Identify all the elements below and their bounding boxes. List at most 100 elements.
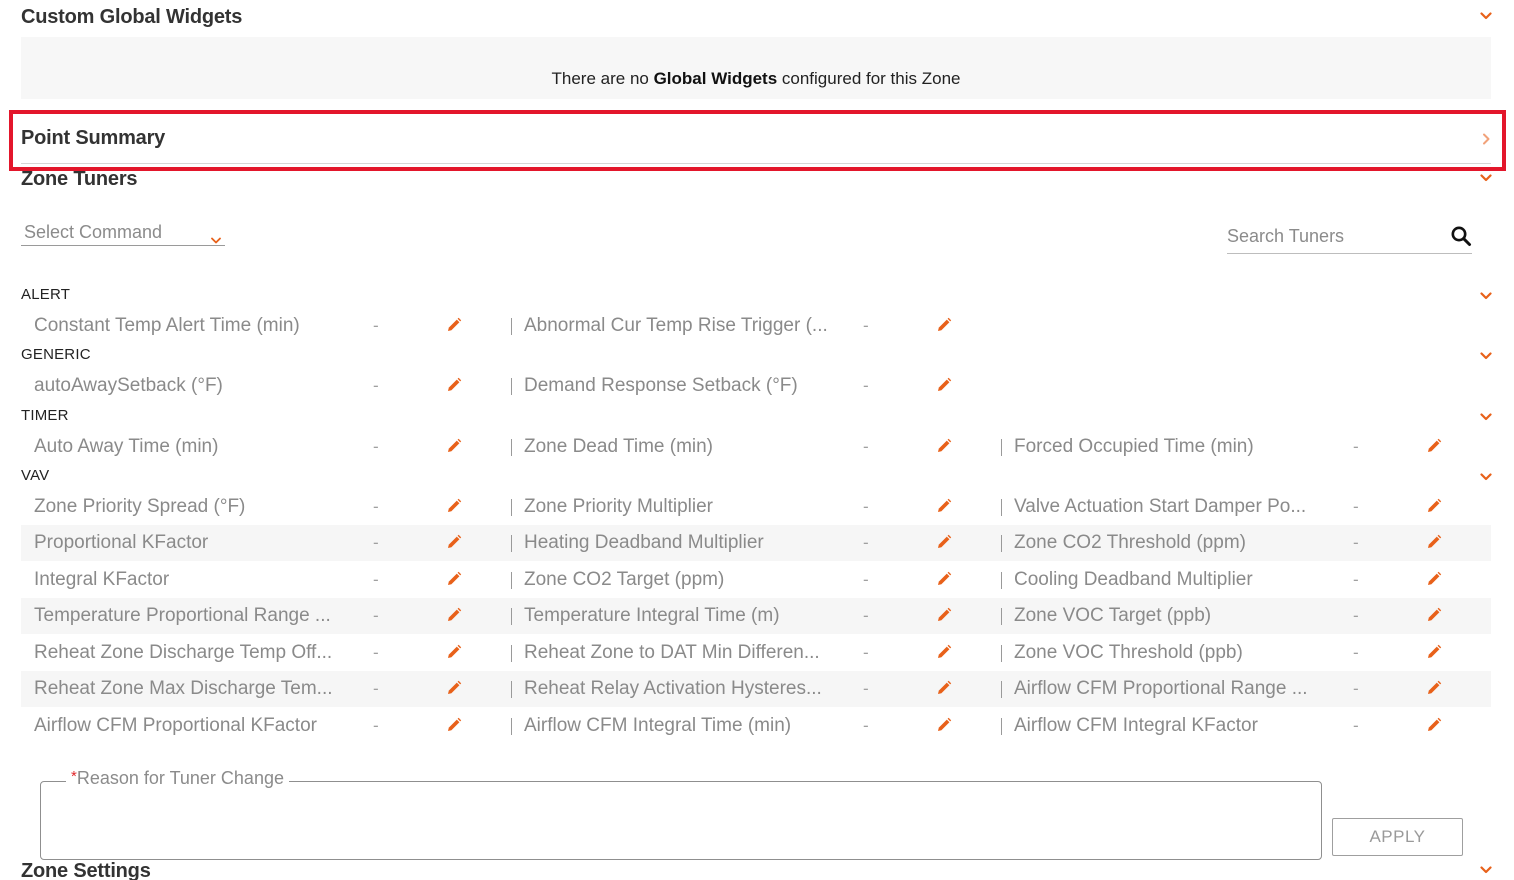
section-title: Zone Tuners xyxy=(21,168,138,190)
tuner-row: Constant Temp Alert Time (min) - Abnormal … xyxy=(21,308,1491,344)
tuner-value: - xyxy=(863,437,869,456)
tuner-value: - xyxy=(373,376,379,395)
chevron-down-icon[interactable] xyxy=(1480,470,1492,482)
tuner-name: Reheat Relay Activation Hysteres... xyxy=(524,678,822,699)
tuner-row: Temperature Proportional Range ... - Tempe… xyxy=(21,598,1491,634)
pencil-icon[interactable] xyxy=(446,377,462,393)
chevron-right-icon[interactable] xyxy=(1480,133,1492,145)
tuner-cell: Reheat Zone to DAT Min Differen... - xyxy=(511,635,1001,671)
column-separator xyxy=(511,681,512,698)
tuner-row: Reheat Zone Discharge Temp Off... - Reheat… xyxy=(21,635,1491,671)
pencil-icon[interactable] xyxy=(936,498,952,514)
tuner-cell: Integral KFactor - xyxy=(21,562,511,598)
pencil-icon[interactable] xyxy=(446,498,462,514)
chevron-down-icon[interactable] xyxy=(1480,410,1492,422)
column-separator xyxy=(1001,572,1002,589)
group-label-timer: TIMER xyxy=(21,407,69,424)
chevron-down-icon[interactable] xyxy=(1480,349,1492,361)
section-header-global-widgets[interactable]: Custom Global Widgets xyxy=(21,6,1492,36)
chevron-down-icon[interactable] xyxy=(1480,10,1492,22)
pencil-icon[interactable] xyxy=(446,717,462,733)
tuner-value: - xyxy=(863,570,869,589)
pencil-icon[interactable] xyxy=(1426,534,1442,550)
pencil-icon[interactable] xyxy=(1426,571,1442,587)
tuner-cell: Demand Response Setback (°F) - xyxy=(511,368,1001,404)
tuner-value: - xyxy=(1353,570,1359,589)
tuner-name: Zone Priority Spread (°F) xyxy=(34,496,246,517)
tuner-value: - xyxy=(1353,533,1359,552)
tuner-value: - xyxy=(373,533,379,552)
tuner-cell: Forced Occupied Time (min) - xyxy=(1001,429,1491,465)
tuner-name: Proportional KFactor xyxy=(34,532,209,553)
section-header-point-summary[interactable]: Point Summary xyxy=(21,127,1492,157)
pencil-icon[interactable] xyxy=(446,317,462,333)
group-label-vav: VAV xyxy=(21,467,50,484)
tuner-name: Auto Away Time (min) xyxy=(34,436,219,457)
column-separator xyxy=(1001,681,1002,698)
tuner-value: - xyxy=(863,316,869,335)
section-title: Point Summary xyxy=(21,127,166,149)
pencil-icon[interactable] xyxy=(936,377,952,393)
pencil-icon[interactable] xyxy=(936,438,952,454)
tuner-name: Constant Temp Alert Time (min) xyxy=(34,315,300,336)
search-icon[interactable] xyxy=(1450,225,1472,247)
pencil-icon[interactable] xyxy=(936,717,952,733)
pencil-icon[interactable] xyxy=(936,317,952,333)
tuner-value: - xyxy=(373,497,379,516)
column-separator xyxy=(511,378,512,395)
section-header-zone-tuners[interactable]: Zone Tuners xyxy=(21,168,1492,198)
tuner-value: - xyxy=(373,437,379,456)
select-command-dropdown[interactable]: Select Command xyxy=(21,220,225,246)
pencil-icon[interactable] xyxy=(446,680,462,696)
tuner-name: Zone VOC Threshold (ppb) xyxy=(1014,642,1243,663)
column-separator xyxy=(511,318,512,335)
section-header-zone-settings[interactable]: Zone Settings xyxy=(21,860,1492,880)
pencil-icon[interactable] xyxy=(446,644,462,660)
pencil-icon[interactable] xyxy=(936,607,952,623)
chevron-down-icon[interactable] xyxy=(1480,289,1492,301)
pencil-icon[interactable] xyxy=(936,680,952,696)
pencil-icon[interactable] xyxy=(446,438,462,454)
tuner-name: Zone CO2 Target (ppm) xyxy=(524,569,725,590)
pencil-icon[interactable] xyxy=(1426,644,1442,660)
tuner-cell: Zone Priority Spread (°F) - xyxy=(21,489,511,525)
pencil-icon[interactable] xyxy=(1426,680,1442,696)
pencil-icon[interactable] xyxy=(446,571,462,587)
search-tuners-input[interactable] xyxy=(1227,222,1437,250)
empty-text-bold: Global Widgets xyxy=(653,69,778,88)
chevron-down-icon[interactable] xyxy=(1480,172,1492,184)
pencil-icon[interactable] xyxy=(446,607,462,623)
empty-text-prefix: There are no xyxy=(551,69,654,88)
chevron-down-icon[interactable] xyxy=(1480,864,1492,876)
apply-button[interactable]: APPLY xyxy=(1332,818,1463,856)
pencil-icon[interactable] xyxy=(1426,717,1442,733)
tuner-cell: Zone Priority Multiplier - xyxy=(511,489,1001,525)
pencil-icon[interactable] xyxy=(1426,498,1442,514)
tuner-row: Reheat Zone Max Discharge Tem... - Reheat … xyxy=(21,671,1491,707)
tuner-cell: Valve Actuation Start Damper Po... - xyxy=(1001,489,1491,525)
tuner-cell: Airflow CFM Proportional KFactor - xyxy=(21,708,511,744)
search-tuners-field[interactable] xyxy=(1227,222,1472,254)
tuner-name: Airflow CFM Integral Time (min) xyxy=(524,715,792,736)
tuner-name: Temperature Proportional Range ... xyxy=(34,605,331,626)
pencil-icon[interactable] xyxy=(936,571,952,587)
tuner-name: Temperature Integral Time (m) xyxy=(524,605,780,626)
pencil-icon[interactable] xyxy=(936,644,952,660)
tuner-name: Demand Response Setback (°F) xyxy=(524,375,798,396)
column-separator xyxy=(511,572,512,589)
tuner-cell: Abnormal Cur Temp Rise Trigger (... - xyxy=(511,308,1001,344)
pencil-icon[interactable] xyxy=(1426,438,1442,454)
tuner-name: Zone Dead Time (min) xyxy=(524,436,714,457)
group-label-alert: ALERT xyxy=(21,286,71,303)
tuner-value: - xyxy=(1353,643,1359,662)
tuner-cell: Reheat Zone Discharge Temp Off... - xyxy=(21,635,511,671)
tuner-cell: Reheat Zone Max Discharge Tem... - xyxy=(21,671,511,707)
reason-textarea[interactable] xyxy=(40,781,1322,860)
tuner-value: - xyxy=(863,643,869,662)
pencil-icon[interactable] xyxy=(936,534,952,550)
column-separator xyxy=(511,645,512,662)
pencil-icon[interactable] xyxy=(446,534,462,550)
tuner-cell: Temperature Integral Time (m) - xyxy=(511,598,1001,634)
tuner-row: Auto Away Time (min) - Zone Dead Time (min… xyxy=(21,429,1491,465)
pencil-icon[interactable] xyxy=(1426,607,1442,623)
